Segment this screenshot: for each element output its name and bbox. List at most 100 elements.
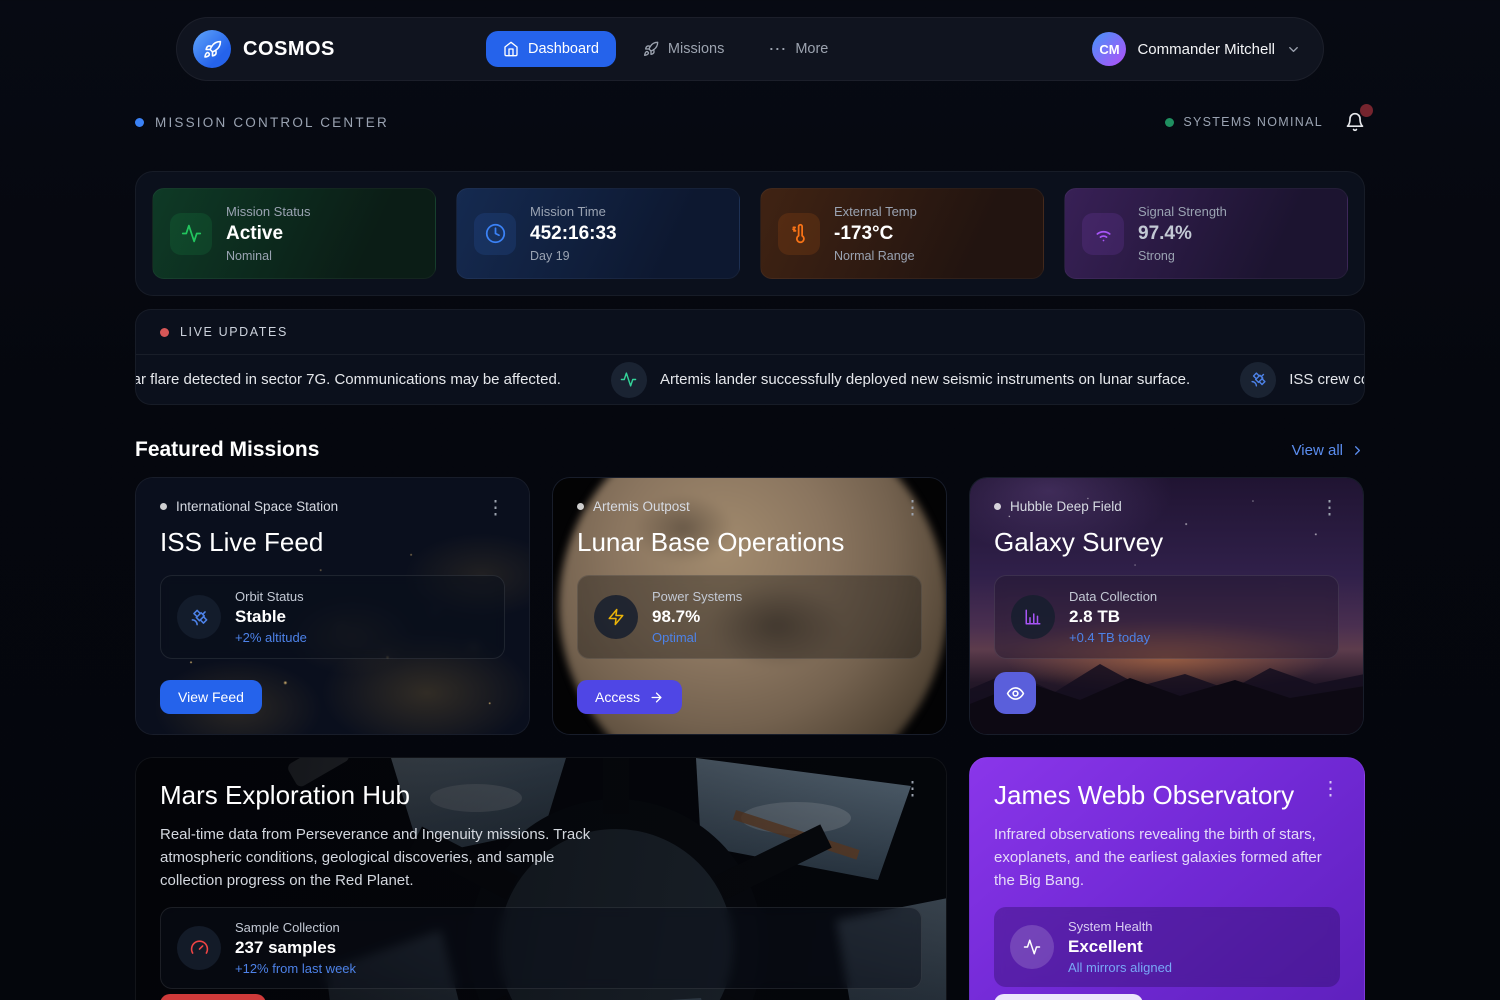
stat-sub: +2% altitude [235,630,307,645]
tag-dot-icon [160,503,167,510]
stat-label: Mission Status [226,204,311,219]
arrow-right-icon [649,690,664,705]
stat-label: Data Collection [1069,589,1157,604]
nav-missions-label: Missions [668,41,724,57]
mission-stat-panel: Data Collection 2.8 TB +0.4 TB today [994,575,1339,659]
mars-stat-panel: Sample Collection 237 samples +12% from … [160,907,922,989]
stat-card-external-temp: External Temp -173°C Normal Range [760,188,1044,279]
brand-group: COSMOS [193,30,335,68]
webb-stat-panel: System Health Excellent All mirrors alig… [994,907,1340,987]
featured-missions-heading: Featured Missions [135,438,319,462]
avatar: CM [1092,32,1126,66]
brand-name: COSMOS [243,38,335,61]
mission-card-galaxy: Hubble Deep Field ⋮ Galaxy Survey Data C… [969,477,1364,735]
clock-icon [474,213,516,255]
mission-card-lunar: Artemis Outpost ⋮ Lunar Base Operations … [552,477,947,735]
james-webb-card: James Webb Observatory ⋮ Infrared observ… [969,757,1365,1000]
stat-card-mission-status: Mission Status Active Nominal [152,188,436,279]
mars-description: Real-time data from Perseverance and Ing… [160,824,612,893]
stat-card-signal-strength: Signal Strength 97.4% Strong [1064,188,1348,279]
satellite-icon [177,595,221,639]
webb-description: Infrared observations revealing the birt… [994,824,1340,893]
stat-value: Active [226,223,311,245]
view-feed-button[interactable]: View Feed [160,680,262,714]
stat-sub: Normal Range [834,249,917,263]
page-title: MISSION CONTROL CENTER [155,115,389,130]
blue-dot-icon [135,118,144,127]
card-menu-button[interactable]: ⋮ [1320,499,1339,518]
access-label: Access [595,689,640,705]
stat-value: Excellent [1068,937,1172,957]
stats-panel: Mission Status Active Nominal Mission Ti… [135,171,1365,296]
stat-value: 97.4% [1138,223,1227,245]
stat-sub: Day 19 [530,249,617,263]
ellipsis-icon: ⋯ [768,44,786,54]
mission-tag: International Space Station [160,499,338,514]
stat-label: Signal Strength [1138,204,1227,219]
view-discoveries-button[interactable]: View discoveries [994,994,1143,1000]
live-updates-title: LIVE UPDATES [180,325,288,339]
activity-icon [1010,925,1054,969]
stat-sub: All mirrors aligned [1068,960,1172,975]
nav-dashboard-button[interactable]: Dashboard [486,31,616,67]
mission-title: ISS Live Feed [160,527,505,558]
nav-dashboard-label: Dashboard [528,41,599,57]
card-menu-button[interactable]: ⋮ [1321,780,1340,799]
stat-label: Power Systems [652,589,742,604]
stat-value: 452:16:33 [530,223,617,245]
news-ticker: Solar flare detected in sector 7G. Commu… [136,355,1364,404]
systems-status-label: SYSTEMS NOMINAL [1183,115,1323,129]
mars-exploration-card: Mars Exploration Hub ⋮ Real-time data fr… [135,757,947,1000]
systems-status: SYSTEMS NOMINAL [1165,115,1323,129]
rocket-icon [643,41,659,57]
access-button[interactable]: Access [577,680,682,714]
mission-tag: Artemis Outpost [577,499,690,514]
tag-dot-icon [577,503,584,510]
bolt-icon [594,595,638,639]
stat-label: Mission Time [530,204,617,219]
stat-label: External Temp [834,204,917,219]
rocket-icon [203,40,222,59]
card-menu-button[interactable]: ⋮ [486,499,505,518]
ticker-item: Artemis lander successfully deployed new… [611,362,1190,398]
view-all-label: View all [1292,442,1343,459]
card-menu-button[interactable]: ⋮ [903,499,922,518]
stat-value: 2.8 TB [1069,607,1157,627]
mars-title: Mars Exploration Hub [160,780,410,811]
view-button[interactable] [994,672,1036,714]
user-menu[interactable]: CM Commander Mitchell [1092,32,1301,66]
ticker-text: Solar flare detected in sector 7G. Commu… [136,371,561,388]
explore-button[interactable]: Explore [160,994,266,1000]
eye-icon [1006,684,1025,703]
card-menu-button[interactable]: ⋮ [903,780,922,799]
stat-value: 98.7% [652,607,742,627]
gauge-icon [177,926,221,970]
mission-tag: Hubble Deep Field [994,499,1122,514]
red-dot-icon [160,328,169,337]
cosmos-logo [193,30,231,68]
mission-title: Galaxy Survey [994,527,1339,558]
green-dot-icon [1165,118,1174,127]
mission-stat-panel: Orbit Status Stable +2% altitude [160,575,505,659]
thermometer-icon [778,213,820,255]
ticker-text: Artemis lander successfully deployed new… [660,371,1190,388]
stat-value: -173°C [834,223,917,245]
notification-badge [1360,104,1373,117]
home-icon [503,41,519,57]
view-all-link[interactable]: View all [1292,442,1365,459]
stat-value: Stable [235,607,307,627]
stat-card-mission-time: Mission Time 452:16:33 Day 19 [456,188,740,279]
mission-tag-label: Hubble Deep Field [1010,499,1122,514]
mission-stat-panel: Power Systems 98.7% Optimal [577,575,922,659]
stat-sub: Optimal [652,630,742,645]
wifi-icon [1082,213,1124,255]
nav-more-button[interactable]: ⋯ More [751,31,845,67]
stat-sub: +12% from last week [235,961,356,976]
ticker-text: ISS crew completes critical EVA repairs … [1289,371,1364,388]
notifications-button[interactable] [1345,112,1365,132]
activity-icon [611,362,647,398]
mission-card-iss: International Space Station ⋮ ISS Live F… [135,477,530,735]
nav-missions-button[interactable]: Missions [626,31,741,67]
tag-dot-icon [994,503,1001,510]
chevron-right-icon [1350,443,1365,458]
